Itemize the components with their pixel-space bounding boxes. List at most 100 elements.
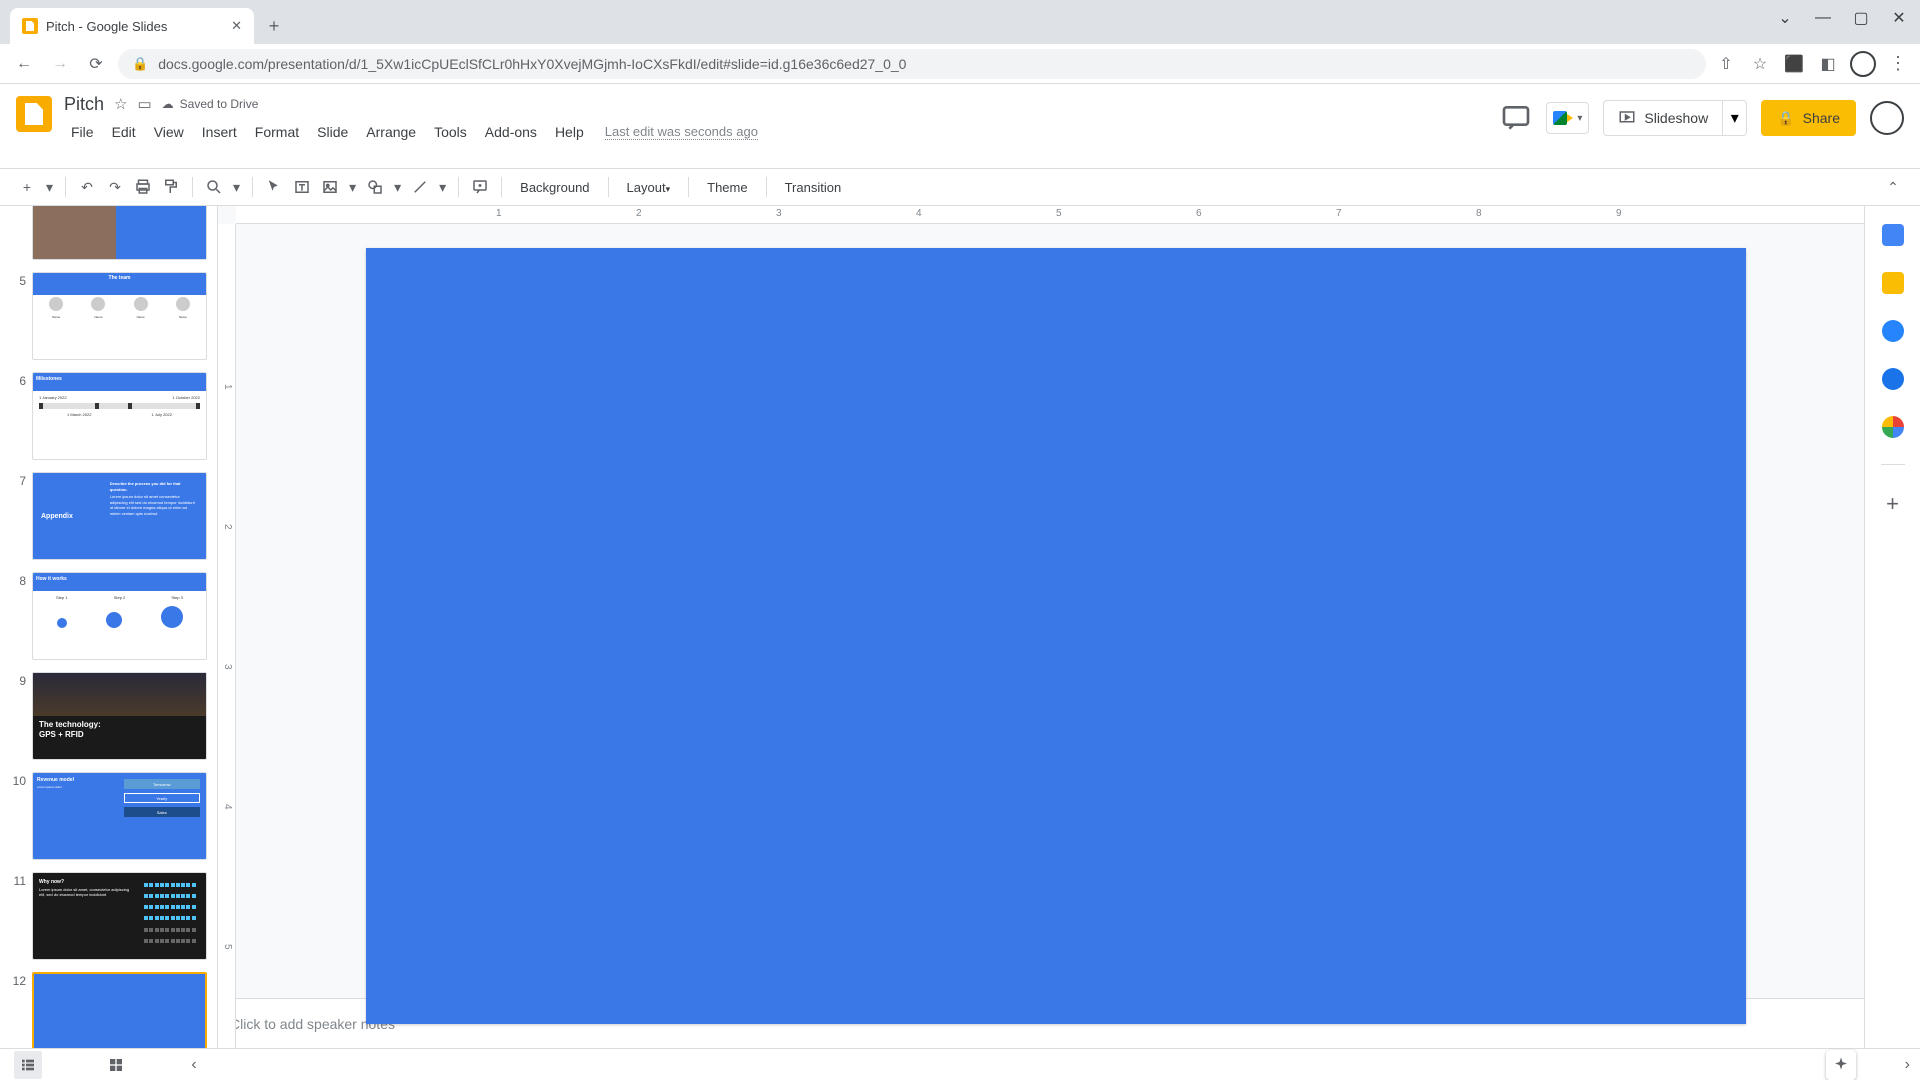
meet-icon — [1553, 111, 1573, 125]
document-header: Pitch ☆ ▭ ☁ Saved to Drive File Edit Vie… — [0, 84, 1920, 168]
zoom-button[interactable] — [201, 174, 227, 200]
shape-tool[interactable] — [362, 174, 388, 200]
side-panel-pager: › — [1905, 1056, 1910, 1074]
theme-button[interactable]: Theme — [697, 180, 757, 195]
slide-filmstrip[interactable]: 4 when the problem is solved (by you)? 5… — [0, 206, 218, 1048]
reload-button[interactable]: ⟳ — [82, 50, 110, 78]
lock-icon: 🔒 — [132, 56, 148, 72]
grid-view-icon[interactable] — [102, 1051, 130, 1079]
slide-thumb-8[interactable]: 8 How it works Step 1Step 2Step 3 — [0, 566, 217, 666]
new-tab-button[interactable]: + — [260, 12, 288, 40]
menu-arrange[interactable]: Arrange — [359, 122, 423, 142]
keep-icon[interactable] — [1882, 272, 1904, 294]
select-tool[interactable] — [261, 174, 287, 200]
image-dropdown[interactable]: ▾ — [345, 174, 360, 200]
maps-icon[interactable] — [1882, 416, 1904, 438]
tab-title: Pitch - Google Slides — [46, 19, 223, 34]
slide-canvas[interactable] — [366, 248, 1746, 1024]
side-separator — [1881, 464, 1905, 465]
slideshow-dropdown[interactable]: ▾ — [1723, 100, 1747, 136]
menu-format[interactable]: Format — [248, 122, 306, 142]
slide-thumb-4[interactable]: 4 when the problem is solved (by you)? — [0, 206, 217, 266]
line-dropdown[interactable]: ▾ — [435, 174, 450, 200]
minimize-icon[interactable]: — — [1806, 4, 1840, 32]
slide-thumb-12[interactable]: 12 — [0, 966, 217, 1048]
browser-tab[interactable]: Pitch - Google Slides ✕ — [10, 8, 254, 44]
collapse-filmstrip-icon[interactable]: ‹ — [180, 1051, 208, 1079]
menu-help[interactable]: Help — [548, 122, 591, 142]
slide-thumb-7[interactable]: 7 Appendix Describe the process you did … — [0, 466, 217, 566]
slide-thumb-10[interactable]: 10 Revenue modelLorem ipsum dolor Tomorr… — [0, 766, 217, 866]
menu-view[interactable]: View — [147, 122, 191, 142]
document-title[interactable]: Pitch — [64, 94, 104, 115]
window-controls: ⌄ — ▢ ✕ — [1768, 4, 1916, 32]
chevron-down-icon[interactable]: ⌄ — [1768, 4, 1802, 32]
layout-button[interactable]: Layout▾ — [617, 180, 681, 195]
toolbar: + ▾ ↶ ↷ ▾ ▾ ▾ ▾ Background Layout▾ Theme… — [0, 168, 1920, 206]
filmstrip-view-icon[interactable] — [14, 1051, 42, 1079]
new-slide-button[interactable]: + — [14, 174, 40, 200]
menu-edit[interactable]: Edit — [105, 122, 143, 142]
horizontal-ruler: 1 2 3 4 5 6 7 8 9 — [236, 206, 1920, 224]
workspace: 4 when the problem is solved (by you)? 5… — [0, 206, 1920, 1048]
close-window-icon[interactable]: ✕ — [1882, 4, 1916, 32]
share-button[interactable]: 🔒 Share — [1761, 100, 1856, 136]
line-tool[interactable] — [407, 174, 433, 200]
cloud-saved-status[interactable]: ☁ Saved to Drive — [162, 97, 259, 111]
slide-thumb-11[interactable]: 11 Why now?Lorem ipsum dolor sit amet, c… — [0, 866, 217, 966]
extension-icon[interactable]: ⬛ — [1782, 52, 1806, 76]
collapse-toolbar-icon[interactable]: ⌃ — [1880, 174, 1906, 200]
url-input[interactable]: 🔒 docs.google.com/presentation/d/1_5Xw1i… — [118, 49, 1706, 79]
background-button[interactable]: Background — [510, 180, 599, 195]
side-collapse-icon[interactable]: › — [1905, 1056, 1910, 1074]
sidepanel-icon[interactable]: ◧ — [1816, 52, 1840, 76]
back-button[interactable]: ← — [10, 50, 38, 78]
new-slide-dropdown[interactable]: ▾ — [42, 174, 57, 200]
calendar-icon[interactable] — [1882, 224, 1904, 246]
bookmark-icon[interactable]: ☆ — [1748, 52, 1772, 76]
last-edit-link[interactable]: Last edit was seconds ago — [605, 124, 758, 140]
cloud-icon: ☁ — [162, 97, 174, 111]
close-tab-icon[interactable]: ✕ — [231, 18, 242, 34]
menu-insert[interactable]: Insert — [195, 122, 244, 142]
zoom-dropdown[interactable]: ▾ — [229, 174, 244, 200]
star-icon[interactable]: ☆ — [114, 95, 127, 113]
slides-logo-icon[interactable] — [16, 96, 52, 132]
explore-button[interactable] — [1826, 1050, 1856, 1080]
tasks-icon[interactable] — [1882, 320, 1904, 342]
image-tool[interactable] — [317, 174, 343, 200]
undo-button[interactable]: ↶ — [74, 174, 100, 200]
forward-button[interactable]: → — [46, 50, 74, 78]
bottom-bar: ‹ › — [0, 1048, 1920, 1080]
textbox-tool[interactable] — [289, 174, 315, 200]
account-avatar[interactable] — [1870, 101, 1904, 135]
print-button[interactable] — [130, 174, 156, 200]
maximize-icon[interactable]: ▢ — [1844, 4, 1878, 32]
menu-bar: File Edit View Insert Format Slide Arran… — [64, 122, 1500, 142]
menu-tools[interactable]: Tools — [427, 122, 474, 142]
shape-dropdown[interactable]: ▾ — [390, 174, 405, 200]
menu-file[interactable]: File — [64, 122, 101, 142]
vertical-ruler: 1 2 3 4 5 — [218, 224, 236, 1048]
comment-history-icon[interactable] — [1500, 102, 1532, 134]
move-icon[interactable]: ▭ — [137, 95, 151, 113]
comment-button[interactable] — [467, 174, 493, 200]
redo-button[interactable]: ↷ — [102, 174, 128, 200]
contacts-icon[interactable] — [1882, 368, 1904, 390]
paint-format-button[interactable] — [158, 174, 184, 200]
slideshow-button[interactable]: Slideshow — [1603, 100, 1723, 136]
lock-icon: 🔒 — [1777, 110, 1794, 127]
browser-menu-icon[interactable]: ⋮ — [1886, 52, 1910, 76]
slide-thumb-6[interactable]: 6 Milestones 1 January 20221 October 202… — [0, 366, 217, 466]
transition-button[interactable]: Transition — [775, 180, 852, 195]
canvas-area: 1 2 3 4 5 6 7 8 9 1 2 3 4 5 Click to add… — [218, 206, 1920, 1048]
slide-thumb-5[interactable]: 5 The team NameNameNameName — [0, 266, 217, 366]
add-addon-icon[interactable]: + — [1886, 491, 1899, 517]
browser-profile-icon[interactable] — [1850, 51, 1876, 77]
slide-thumb-9[interactable]: 9 The technology:GPS + RFID — [0, 666, 217, 766]
meet-button[interactable]: ▾ — [1546, 102, 1589, 134]
menu-slide[interactable]: Slide — [310, 122, 355, 142]
address-bar: ← → ⟳ 🔒 docs.google.com/presentation/d/1… — [0, 44, 1920, 84]
share-page-icon[interactable]: ⇧ — [1714, 52, 1738, 76]
menu-addons[interactable]: Add-ons — [478, 122, 544, 142]
